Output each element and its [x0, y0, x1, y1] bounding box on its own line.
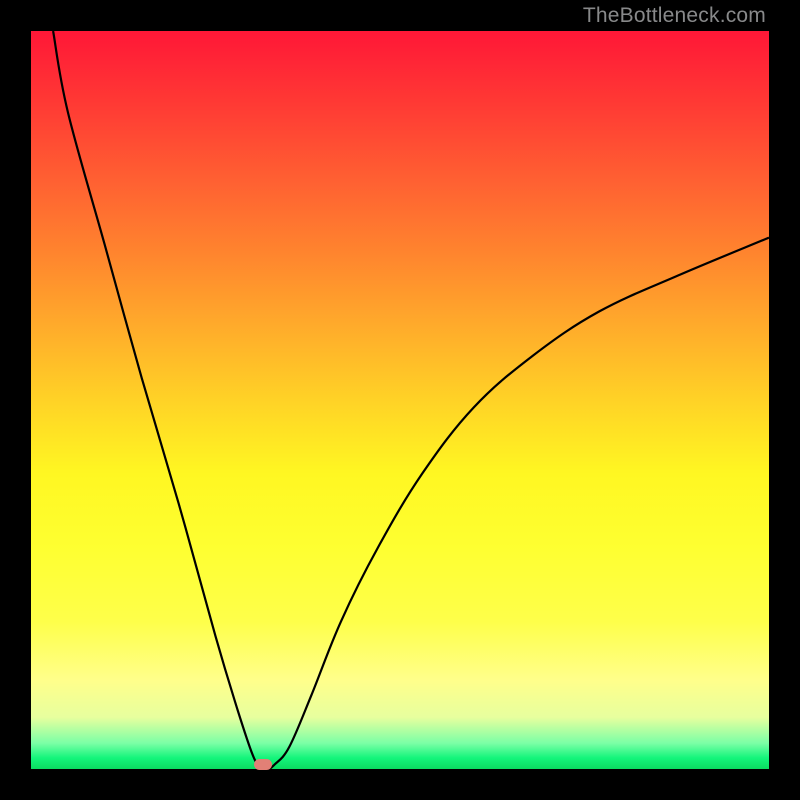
plot-area: [31, 31, 769, 769]
min-marker: [254, 759, 272, 770]
watermark-text: TheBottleneck.com: [583, 4, 766, 28]
chart-frame: TheBottleneck.com: [0, 0, 800, 800]
curve-svg: [31, 31, 769, 769]
bottleneck-curve: [53, 31, 769, 769]
